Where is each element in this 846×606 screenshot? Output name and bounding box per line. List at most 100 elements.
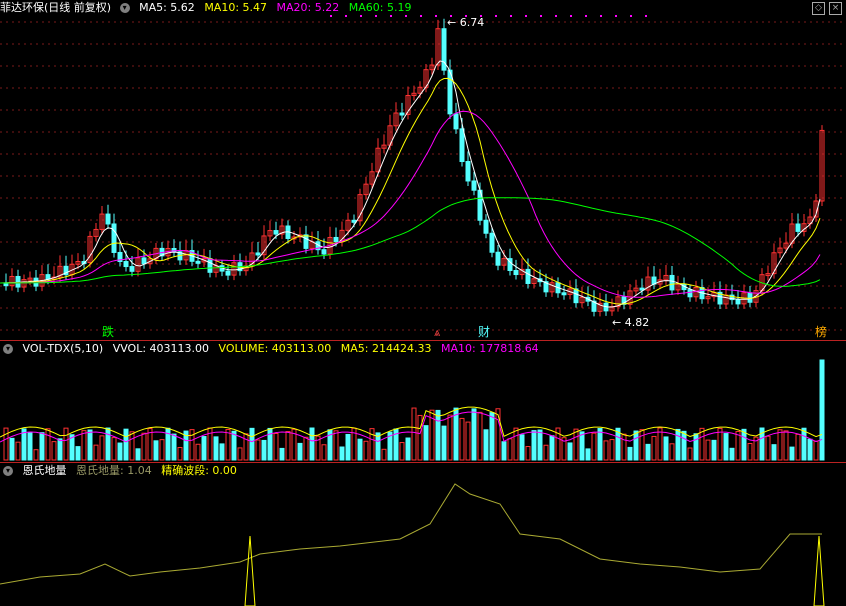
volume-bar bbox=[693, 433, 699, 461]
volume-bar bbox=[627, 446, 633, 461]
volume-bar bbox=[57, 438, 63, 461]
volume-bar bbox=[669, 443, 675, 461]
event-dot bbox=[585, 15, 587, 17]
volume-bar bbox=[717, 427, 723, 461]
volume-bar bbox=[441, 425, 447, 461]
volume-bar bbox=[297, 442, 303, 461]
event-marker-cai: 财 bbox=[478, 325, 490, 339]
volume-bar bbox=[795, 433, 801, 461]
ma20-value: MA20: 5.22 bbox=[276, 1, 340, 14]
volume-bar bbox=[447, 414, 453, 461]
event-marker-bang: 榜 bbox=[815, 324, 827, 339]
volume-bar bbox=[537, 429, 543, 461]
indicator-spike bbox=[813, 535, 825, 606]
volume-bar bbox=[633, 430, 639, 461]
indicator-panel-header: ▾ 恩氏地量 恩氏地量: 1.04 精确波段: 0.00 bbox=[0, 463, 243, 479]
volume-bar bbox=[225, 428, 231, 461]
volume-bar bbox=[123, 428, 129, 461]
volume-bar bbox=[231, 430, 237, 461]
price-panel-header: 菲达环保(日线 前复权) ▾ MA5: 5.62 MA10: 5.47 MA20… bbox=[0, 0, 417, 16]
volume-bar bbox=[501, 441, 507, 461]
candle-down bbox=[141, 257, 147, 265]
volume-bar bbox=[213, 436, 219, 461]
volume-bar bbox=[513, 427, 519, 461]
volume-bar bbox=[261, 439, 267, 461]
volume-bar bbox=[729, 447, 735, 461]
volume-bar bbox=[639, 429, 645, 461]
event-dot bbox=[555, 15, 557, 17]
volume-bar bbox=[15, 441, 21, 461]
candle-down bbox=[225, 270, 231, 276]
event-dot bbox=[525, 15, 527, 17]
volume-bar bbox=[771, 444, 777, 461]
volume-bar bbox=[765, 435, 771, 461]
volume-bar bbox=[9, 437, 15, 461]
volume-bar bbox=[507, 438, 513, 461]
event-dot bbox=[570, 15, 572, 17]
volume-bar bbox=[471, 408, 477, 461]
event-dot bbox=[510, 15, 512, 17]
volume-bar bbox=[21, 428, 27, 461]
candle-down bbox=[15, 275, 21, 288]
volume-bar bbox=[609, 439, 615, 461]
candle-down bbox=[561, 292, 567, 296]
chevron-down-icon[interactable]: ▾ bbox=[3, 344, 13, 354]
close-icon[interactable]: × bbox=[829, 2, 842, 15]
volume-bar bbox=[99, 435, 105, 461]
chevron-down-icon[interactable]: ▾ bbox=[3, 466, 13, 476]
candle-down bbox=[525, 268, 531, 284]
candle-down bbox=[447, 69, 453, 115]
event-dot bbox=[450, 15, 452, 17]
candle-down bbox=[321, 249, 327, 255]
candle-down bbox=[573, 288, 579, 304]
volume-bar bbox=[27, 431, 33, 461]
volume-bar bbox=[237, 447, 243, 461]
volume-chart[interactable] bbox=[0, 342, 846, 462]
candle-down bbox=[735, 299, 741, 305]
ma5-value: MA5: 5.62 bbox=[139, 1, 195, 14]
volume-bar bbox=[741, 428, 747, 461]
volume-bar bbox=[543, 444, 549, 461]
volume-bar bbox=[87, 429, 93, 461]
event-dot bbox=[465, 15, 467, 17]
volume-bar bbox=[591, 432, 597, 461]
volume-bar bbox=[585, 448, 591, 461]
volume-bar bbox=[549, 435, 555, 461]
volume-bar bbox=[273, 432, 279, 461]
volume-bar bbox=[135, 448, 141, 461]
volume-bar bbox=[417, 414, 423, 461]
volume-bar bbox=[675, 428, 681, 461]
volume-bar bbox=[171, 433, 177, 461]
volume-bar bbox=[789, 446, 795, 461]
candle-down bbox=[795, 223, 801, 232]
chevron-down-icon[interactable]: ▾ bbox=[119, 3, 130, 13]
indicator-chart[interactable] bbox=[0, 464, 846, 606]
volume-bar bbox=[333, 430, 339, 461]
candle-down bbox=[333, 236, 339, 242]
volume-bar bbox=[459, 417, 465, 461]
indicator-value-2: 精确波段: 0.00 bbox=[161, 464, 237, 477]
volume-bar bbox=[813, 440, 819, 461]
price-chart[interactable]: ← 6.74 ← 4.82 跌 财 榜 ⩓ bbox=[0, 0, 846, 340]
volume-bar bbox=[357, 438, 363, 461]
volume-bar bbox=[567, 442, 573, 461]
event-dot bbox=[645, 15, 647, 17]
volume-bar bbox=[465, 421, 471, 461]
diamond-icon[interactable]: ◇ bbox=[812, 2, 825, 15]
volume-bar bbox=[51, 441, 57, 461]
volume-bar bbox=[489, 412, 495, 461]
event-dot bbox=[540, 15, 542, 17]
candle-down bbox=[111, 223, 117, 253]
volume-indicator-title: VOL-TDX(5,10) bbox=[22, 342, 104, 355]
volume-bar bbox=[201, 436, 207, 461]
volume-bar bbox=[783, 430, 789, 461]
candle-down bbox=[465, 161, 471, 182]
volume-bar bbox=[531, 430, 537, 461]
volume-bar bbox=[249, 427, 255, 461]
candle-down bbox=[123, 261, 129, 268]
candle-down bbox=[303, 234, 309, 249]
volume-bar bbox=[483, 429, 489, 461]
volume-ma5-value: MA5: 214424.33 bbox=[340, 342, 432, 355]
indicator-line bbox=[0, 483, 822, 585]
volume-bar bbox=[573, 428, 579, 461]
